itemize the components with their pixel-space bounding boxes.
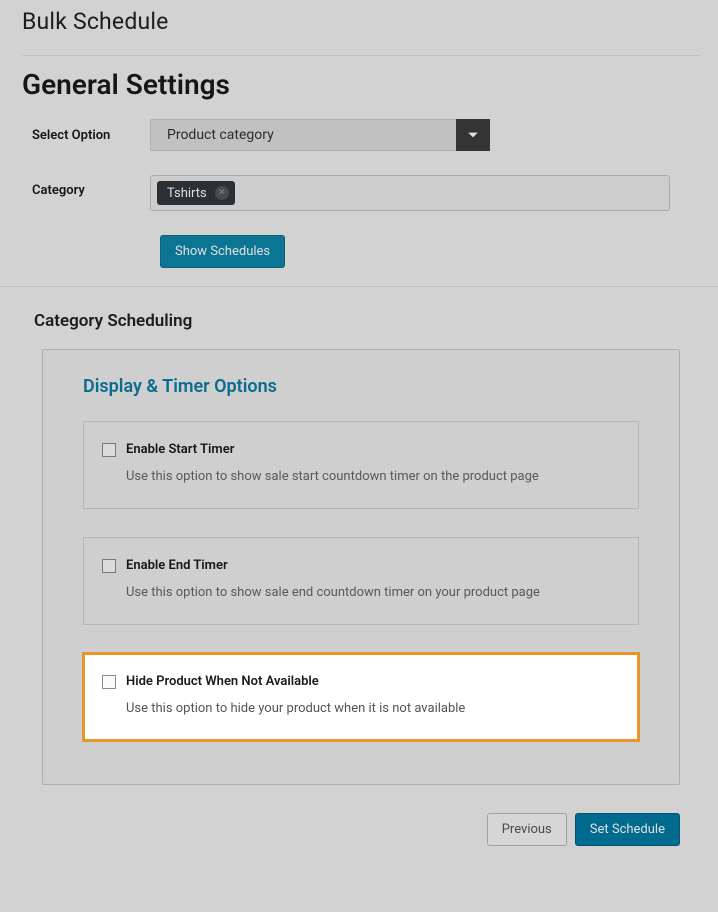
set-schedule-button[interactable]: Set Schedule	[575, 813, 680, 846]
option-enable-end-timer: Enable End Timer Use this option to show…	[83, 537, 639, 625]
category-chip[interactable]: Tshirts ✕	[157, 181, 235, 205]
option-enable-start-timer: Enable Start Timer Use this option to sh…	[83, 421, 639, 509]
select-option-value: Product category	[150, 119, 456, 151]
checkbox-hide-product[interactable]	[102, 675, 116, 689]
panel-title: Display & Timer Options	[83, 376, 639, 397]
checkbox-enable-end-timer[interactable]	[102, 559, 116, 573]
option-description: Use this option to hide your product whe…	[126, 701, 620, 716]
show-schedules-button[interactable]: Show Schedules	[160, 235, 285, 268]
chevron-down-icon	[456, 119, 490, 151]
option-label: Enable End Timer	[126, 558, 228, 573]
section-heading: General Settings	[22, 66, 700, 119]
category-label: Category	[22, 175, 150, 198]
option-description: Use this option to show sale end countdo…	[126, 585, 620, 600]
select-option-dropdown[interactable]: Product category	[150, 119, 490, 151]
chip-label: Tshirts	[167, 186, 207, 201]
category-scheduling-title: Category Scheduling	[22, 287, 700, 349]
category-input[interactable]: Tshirts ✕	[150, 175, 670, 211]
page-title: Bulk Schedule	[22, 0, 700, 41]
option-label: Enable Start Timer	[126, 442, 234, 457]
highlight-ring	[82, 652, 640, 742]
option-hide-product: Hide Product When Not Available Use this…	[83, 653, 639, 742]
option-description: Use this option to show sale start count…	[126, 469, 620, 484]
display-timer-panel: Display & Timer Options Enable Start Tim…	[42, 349, 680, 785]
divider	[22, 55, 700, 56]
checkbox-enable-start-timer[interactable]	[102, 443, 116, 457]
select-option-label: Select Option	[22, 128, 150, 143]
option-label: Hide Product When Not Available	[126, 674, 319, 689]
previous-button[interactable]: Previous	[487, 813, 567, 846]
close-icon[interactable]: ✕	[215, 186, 229, 200]
